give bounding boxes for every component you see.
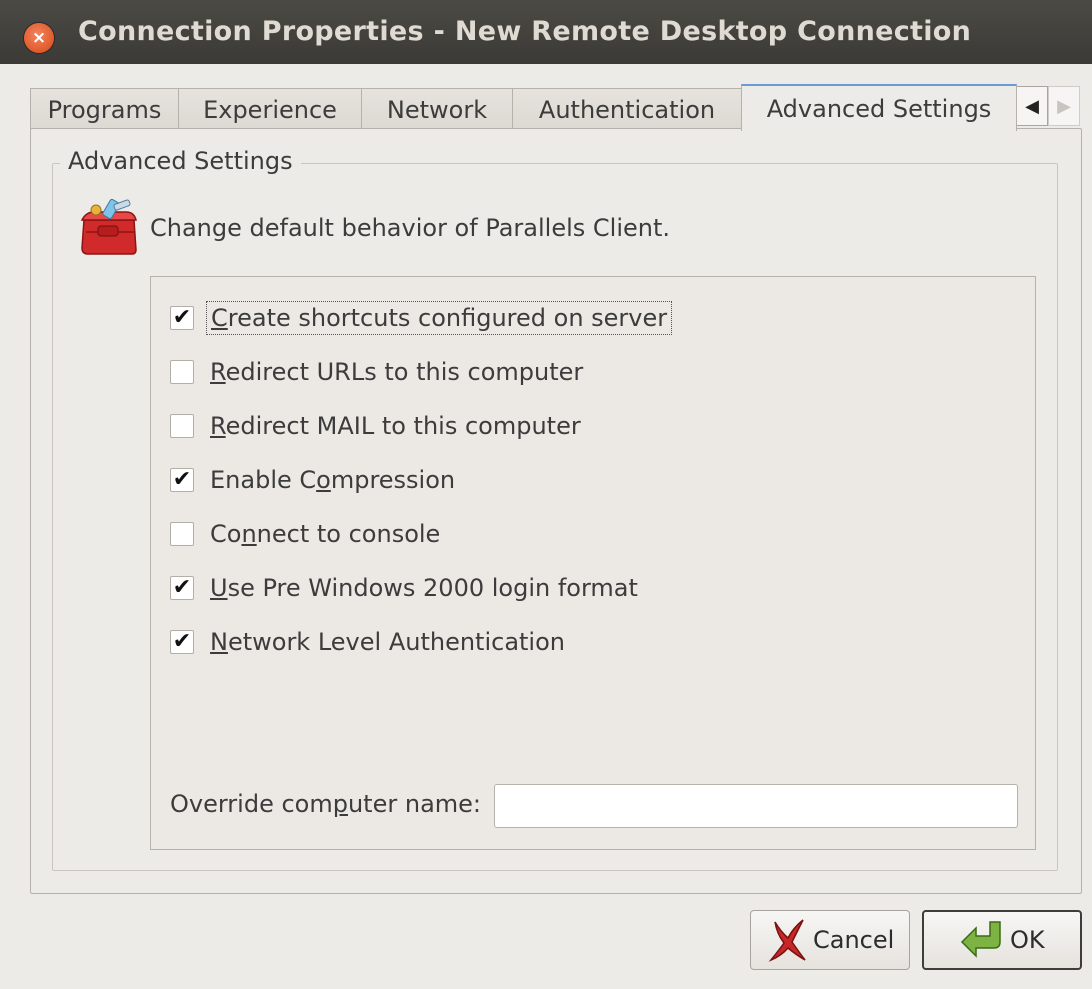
option-network-level-authentication[interactable]: ✔ Network Level Authentication [170,624,569,660]
option-label: Redirect URLs to this computer [210,358,584,386]
arrow-right-icon: ▶ [1057,95,1071,117]
option-label: Enable Compression [210,466,456,494]
window-title: Connection Properties - New Remote Deskt… [78,16,972,47]
option-label: Network Level Authentication [210,628,565,656]
checkbox[interactable]: ✔ [170,630,194,654]
tab-scroll-arrows: ◀ ▶ [1016,86,1082,126]
tab-bar: Programs Experience Network Authenticati… [30,84,1090,131]
tab-network[interactable]: Network [361,88,513,130]
option-enable-compression[interactable]: ✔ Enable Compression [170,462,459,498]
group-title: Advanced Settings [60,147,301,175]
tab-programs[interactable]: Programs [30,88,179,130]
checkbox[interactable]: ✔ [170,468,194,492]
tab-advanced-settings[interactable]: Advanced Settings [741,84,1017,131]
checkmark-icon: ✔ [172,467,192,492]
option-label: Connect to console [210,520,441,548]
override-computer-name-label: Override computer name: [170,790,481,818]
tab-label: Authentication [538,95,716,124]
description-text: Change default behavior of Parallels Cli… [150,214,671,242]
checkbox[interactable]: ✔ [170,306,194,330]
checkbox[interactable]: ✔ [170,576,194,600]
tab-label: Network [386,95,488,124]
option-label: Use Pre Windows 2000 login format [210,574,638,602]
ok-button[interactable]: OK [922,910,1082,970]
close-icon: × [31,28,47,48]
option-redirect-urls[interactable]: Redirect URLs to this computer [170,354,587,390]
option-create-shortcuts[interactable]: ✔ Create shortcuts configured on server [170,300,673,336]
tab-authentication[interactable]: Authentication [512,88,742,130]
tab-scroll-right-button[interactable]: ▶ [1048,86,1080,126]
override-computer-name-input[interactable] [494,784,1018,828]
cancel-label: Cancel [813,926,895,954]
checkmark-icon: ✔ [172,629,192,654]
option-pre-windows-2000-login[interactable]: ✔ Use Pre Windows 2000 login format [170,570,642,606]
checkmark-icon: ✔ [172,575,192,600]
arrow-left-icon: ◀ [1025,95,1039,117]
tab-label: Experience [203,95,337,124]
ok-label: OK [1010,926,1045,954]
option-redirect-mail[interactable]: Redirect MAIL to this computer [170,408,585,444]
tab-label: Programs [47,95,162,124]
ok-arrow-icon [960,921,1001,958]
checkbox[interactable] [170,414,194,438]
checkbox[interactable] [170,522,194,546]
cancel-x-icon [768,919,806,962]
tab-label: Advanced Settings [766,94,992,123]
title-bar: × Connection Properties - New Remote Des… [0,0,1092,64]
tab-experience[interactable]: Experience [178,88,362,130]
checkmark-icon: ✔ [172,305,192,330]
option-label: Redirect MAIL to this computer [210,412,581,440]
close-window-button[interactable]: × [24,23,54,53]
toolbox-icon [80,198,137,255]
tab-scroll-left-button[interactable]: ◀ [1016,86,1048,126]
option-label: Create shortcuts configured on server [206,301,673,335]
cancel-button[interactable]: Cancel [750,910,910,970]
option-connect-to-console[interactable]: Connect to console [170,516,444,552]
checkbox[interactable] [170,360,194,384]
